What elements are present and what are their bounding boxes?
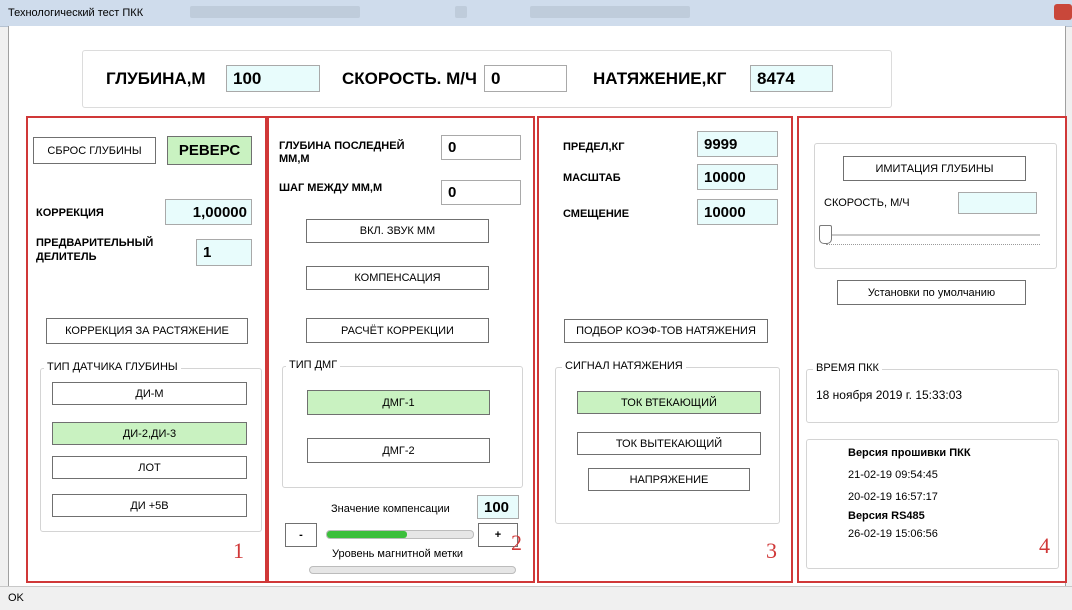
rs485-title: Версия RS485 xyxy=(848,510,925,522)
minus-button[interactable]: - xyxy=(285,523,317,547)
sensor-option-di-m[interactable]: ДИ-М xyxy=(52,382,247,405)
tension-coef-button[interactable]: ПОДБОР КОЭФ-ТОВ НАТЯЖЕНИЯ xyxy=(564,319,768,343)
offset-field[interactable]: 10000 xyxy=(697,199,778,225)
sound-mm-button[interactable]: ВКЛ. ЗВУК ММ xyxy=(306,219,489,243)
speed-field[interactable]: 0 xyxy=(484,65,567,92)
signal-option-voltage[interactable]: НАПРЯЖЕНИЕ xyxy=(588,468,750,491)
depth-field[interactable]: 100 xyxy=(226,65,320,92)
imitation-speed-field[interactable] xyxy=(958,192,1037,214)
last-mm-depth-label: ГЛУБИНА ПОСЛЕДНЕЙ ММ,М xyxy=(279,140,405,165)
correction-field[interactable]: 1,00000 xyxy=(165,199,252,225)
tension-signal-title: СИГНАЛ НАТЯЖЕНИЯ xyxy=(562,360,686,372)
limit-label: ПРЕДЕЛ,КГ xyxy=(563,141,625,153)
panel-number-1: 1 xyxy=(233,538,244,563)
stretch-correction-button[interactable]: КОРРЕКЦИЯ ЗА РАСТЯЖЕНИЕ xyxy=(46,318,248,344)
rs485-date: 26-02-19 15:06:56 xyxy=(848,528,938,540)
speed-slider-ticks xyxy=(826,244,1040,247)
speed-label: СКОРОСТЬ. М/Ч xyxy=(342,69,477,88)
scale-field[interactable]: 10000 xyxy=(697,164,778,190)
title-bar: Технологический тест ПКК xyxy=(0,0,1072,27)
compensation-level-bar[interactable] xyxy=(326,530,474,539)
magnetic-mark-label: Уровень магнитной метки xyxy=(332,548,464,560)
compensation-level-fill xyxy=(327,531,408,538)
signal-option-current-out[interactable]: ТОК ВЫТЕКАЮЩИЙ xyxy=(577,432,761,455)
signal-option-current-in[interactable]: ТОК ВТЕКАЮЩИЙ xyxy=(577,391,761,414)
reset-depth-button[interactable]: СБРОС ГЛУБИНЫ xyxy=(33,137,156,164)
mm-step-label: ШАГ МЕЖДУ ММ,М xyxy=(279,182,383,194)
defaults-button[interactable]: Установки по умолчанию xyxy=(837,280,1026,305)
status-text: OK xyxy=(8,592,24,604)
firmware-date-1: 21-02-19 09:54:45 xyxy=(848,469,938,481)
sensor-option-di-2-di-3[interactable]: ДИ-2,ДИ-3 xyxy=(52,422,247,445)
predivider-field[interactable]: 1 xyxy=(196,239,252,266)
window-title: Технологический тест ПКК xyxy=(8,7,144,19)
status-bar: OK xyxy=(0,586,1072,610)
firmware-title: Версия прошивки ПКК xyxy=(848,447,971,459)
offset-label: СМЕЩЕНИЕ xyxy=(563,208,630,220)
compensation-value-label: Значение компенсации xyxy=(331,503,450,515)
depth-label: ГЛУБИНА,М xyxy=(106,69,206,88)
calc-correction-button[interactable]: РАСЧЁТ КОРРЕКЦИИ xyxy=(306,318,489,343)
reverse-button[interactable]: РЕВЕРС xyxy=(167,136,252,165)
time-value: 18 ноября 2019 г. 15:33:03 xyxy=(816,388,963,402)
speed-slider-thumb[interactable] xyxy=(819,225,832,244)
blurred-title-area xyxy=(190,6,360,18)
blurred-title-area xyxy=(530,6,690,18)
dmg-option-2[interactable]: ДМГ-2 xyxy=(307,438,490,463)
magnetic-mark-level-bar xyxy=(309,566,516,574)
firmware-date-2: 20-02-19 16:57:17 xyxy=(848,491,938,503)
mm-step-field[interactable]: 0 xyxy=(441,180,521,205)
tension-field[interactable]: 8474 xyxy=(750,65,833,92)
panel-number-2: 2 xyxy=(511,530,522,555)
compensation-value-field[interactable]: 100 xyxy=(477,495,519,519)
correction-label: КОРРЕКЦИЯ xyxy=(36,207,104,219)
tension-label: НАТЯЖЕНИЕ,КГ xyxy=(593,69,727,88)
close-button[interactable] xyxy=(1054,4,1072,20)
last-mm-depth-field[interactable]: 0 xyxy=(441,135,521,160)
limit-field[interactable]: 9999 xyxy=(697,131,778,157)
predivider-label: ПРЕДВАРИТЕЛЬНЫЙ ДЕЛИТЕЛЬ xyxy=(36,237,154,263)
dmg-type-title: ТИП ДМГ xyxy=(286,359,341,371)
speed-slider-track[interactable] xyxy=(826,234,1040,236)
time-title: ВРЕМЯ ПКК xyxy=(813,362,882,374)
sensor-option-lot[interactable]: ЛОТ xyxy=(52,456,247,479)
scale-label: МАСШТАБ xyxy=(563,172,621,184)
sensor-option-di-5v[interactable]: ДИ +5В xyxy=(52,494,247,517)
imitation-depth-button[interactable]: ИМИТАЦИЯ ГЛУБИНЫ xyxy=(843,156,1026,181)
dmg-option-1[interactable]: ДМГ-1 xyxy=(307,390,490,415)
panel-number-4: 4 xyxy=(1039,533,1050,558)
sensor-type-title: ТИП ДАТЧИКА ГЛУБИНЫ xyxy=(44,361,181,373)
imitation-speed-label: СКОРОСТЬ, М/Ч xyxy=(824,197,910,209)
panel-number-3: 3 xyxy=(766,538,777,563)
compensation-button[interactable]: КОМПЕНСАЦИЯ xyxy=(306,266,489,290)
dmg-type-group xyxy=(282,366,523,488)
blurred-title-area xyxy=(455,6,467,18)
